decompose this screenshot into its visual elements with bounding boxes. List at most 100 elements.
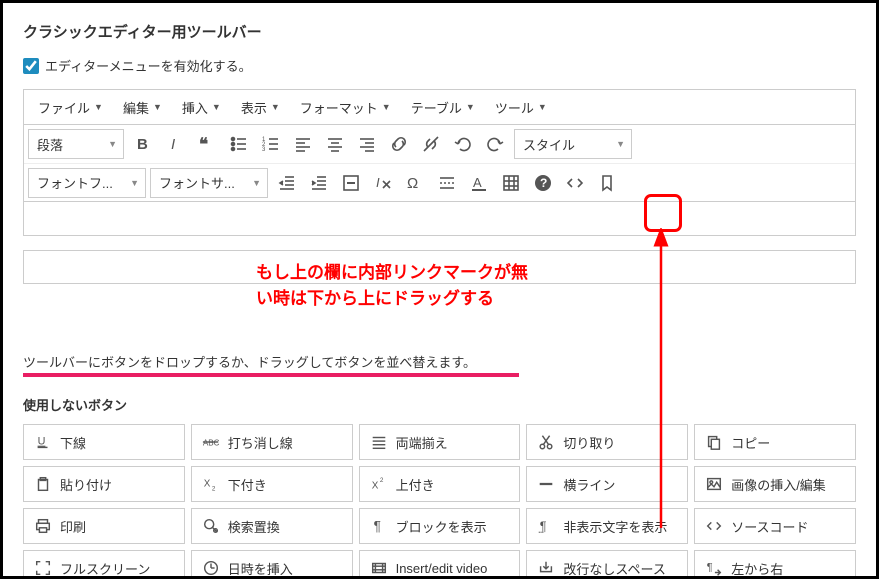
align-left-button[interactable] (288, 129, 318, 159)
unused-invisible-button[interactable]: ¶ 非表示文字を表示 (526, 508, 688, 544)
outdent-button[interactable] (272, 168, 302, 198)
unused-button-label: ソースコード (731, 517, 808, 536)
settings-panel: クラシックエディター用ツールバー エディターメニューを有効化する。 ファイル▼編… (0, 0, 879, 579)
menu-label: ツール (495, 98, 534, 117)
menu-テーブル[interactable]: テーブル▼ (401, 90, 485, 124)
text-color-button[interactable]: A (464, 168, 494, 198)
svg-text:3: 3 (262, 147, 266, 153)
unused-button-label: 切り取り (563, 433, 615, 452)
cut-icon (537, 432, 555, 452)
editor-toolbar: 段落 ▼ BI❝123 スタイル ▼ フォントフ... ▼ フォントサ... ▼… (23, 124, 856, 202)
menu-label: 編集 (123, 98, 149, 117)
align-right-button[interactable] (352, 129, 382, 159)
font-size-select[interactable]: フォントサ... ▼ (150, 168, 268, 198)
unused-button-label: フルスクリーン (60, 559, 150, 578)
unused-subscript-button[interactable]: X2下付き (191, 466, 353, 502)
paste-icon (34, 474, 52, 494)
quote-button[interactable]: ❝ (192, 129, 222, 159)
svg-text:Ω: Ω (407, 175, 418, 192)
unused-button-label: 打ち消し線 (228, 433, 293, 452)
redo-button[interactable] (480, 129, 510, 159)
chevron-down-icon: ▼ (538, 102, 547, 112)
bullet-list-button[interactable] (224, 129, 254, 159)
align-center-button[interactable] (320, 129, 350, 159)
datetime-icon (202, 558, 220, 578)
svg-text:X: X (371, 481, 378, 492)
menu-編集[interactable]: 編集 ▼ (113, 90, 172, 124)
undo-button[interactable] (448, 129, 478, 159)
menu-label: フォーマット (300, 98, 378, 117)
number-list-button[interactable]: 123 (256, 129, 286, 159)
menu-label: テーブル (411, 98, 462, 117)
menu-フォーマット[interactable]: フォーマット▼ (290, 90, 401, 124)
unused-button-label: 改行なしスペース (563, 559, 665, 578)
enable-editor-menu-checkbox[interactable] (23, 58, 39, 74)
unused-paste-button[interactable]: 貼り付け (23, 466, 185, 502)
svg-text:¶: ¶ (707, 562, 713, 574)
pilcrow-icon: ¶ (370, 516, 388, 536)
unused-superscript-button[interactable]: X2上付き (359, 466, 521, 502)
unused-pilcrow-button[interactable]: ¶ ブロックを表示 (359, 508, 521, 544)
drop-hint-text: ツールバーにボタンをドロップするか、ドラッグしてボタンを並べ替えます。 (23, 355, 476, 370)
table-icon-button[interactable] (496, 168, 526, 198)
chevron-down-icon: ▼ (153, 102, 162, 112)
svg-text:2: 2 (379, 477, 383, 484)
indent-button[interactable] (304, 168, 334, 198)
unused-fullscreen-button[interactable]: フルスクリーン (23, 550, 185, 579)
unused-copy-button[interactable]: コピー (694, 424, 856, 460)
clear-format-button[interactable]: I (368, 168, 398, 198)
omega-button[interactable]: Ω (400, 168, 430, 198)
panel-title: クラシックエディター用ツールバー (23, 21, 856, 42)
enable-editor-menu-label: エディターメニューを有効化する。 (45, 56, 252, 75)
hr-insert-button[interactable] (336, 168, 366, 198)
unused-strike-button[interactable]: ABC 打ち消し線 (191, 424, 353, 460)
fullscreen-icon (34, 558, 52, 578)
italic-button[interactable]: I (160, 129, 190, 159)
unused-button-label: 左から右 (731, 559, 783, 578)
strike-icon: ABC (202, 432, 220, 452)
link-button[interactable] (384, 129, 414, 159)
svg-text:¶: ¶ (373, 519, 380, 534)
chevron-down-icon: ▼ (108, 139, 117, 149)
unused-source-button[interactable]: ソースコード (694, 508, 856, 544)
unused-underline-button[interactable]: U下線 (23, 424, 185, 460)
hr-icon (537, 474, 555, 494)
bold-button[interactable]: B (128, 129, 158, 159)
unused-button-label: 横ライン (563, 475, 615, 494)
source-icon (705, 516, 723, 536)
bookmark-button[interactable] (592, 168, 622, 198)
chevron-down-icon: ▼ (212, 102, 221, 112)
page-break-button[interactable] (432, 168, 462, 198)
toolbar-drop-zone-1[interactable] (23, 202, 856, 236)
unused-justify-button[interactable]: 両端揃え (359, 424, 521, 460)
unused-button-label: 画像の挿入/編集 (731, 475, 826, 494)
code-button[interactable] (560, 168, 590, 198)
unused-nbsp-button[interactable]: 改行なしスペース (526, 550, 688, 579)
unused-ltr-button[interactable]: ¶ 左から右 (694, 550, 856, 579)
unused-button-label: 非表示文字を表示 (563, 517, 667, 536)
unused-video-button[interactable]: Insert/edit video (359, 550, 521, 579)
unused-datetime-button[interactable]: 日時を挿入 (191, 550, 353, 579)
unlink-button[interactable] (416, 129, 446, 159)
paragraph-select[interactable]: 段落 ▼ (28, 129, 124, 159)
unused-image-button[interactable]: 画像の挿入/編集 (694, 466, 856, 502)
help-button[interactable]: ? (528, 168, 558, 198)
menu-label: 挿入 (182, 98, 208, 117)
unused-button-label: コピー (731, 433, 770, 452)
menu-挿入[interactable]: 挿入 ▼ (172, 90, 231, 124)
unused-button-label: ブロックを表示 (396, 517, 487, 536)
menu-ツール[interactable]: ツール ▼ (485, 90, 557, 124)
menu-表示[interactable]: 表示▼ (231, 90, 290, 124)
unused-print-button[interactable]: 印刷 (23, 508, 185, 544)
underline-icon: U (34, 432, 52, 452)
style-select[interactable]: スタイル ▼ (514, 129, 632, 159)
unused-button-label: Insert/edit video (396, 561, 488, 576)
unused-search-button[interactable]: 検索置換 (191, 508, 353, 544)
menu-ファイル[interactable]: ファイル▼ (28, 90, 113, 124)
subscript-icon: X2 (202, 474, 220, 494)
svg-text:¶: ¶ (540, 520, 547, 534)
unused-hr-button[interactable]: 横ライン (526, 466, 688, 502)
enable-editor-menu-row[interactable]: エディターメニューを有効化する。 (23, 56, 856, 75)
font-family-select[interactable]: フォントフ... ▼ (28, 168, 146, 198)
unused-cut-button[interactable]: 切り取り (526, 424, 688, 460)
